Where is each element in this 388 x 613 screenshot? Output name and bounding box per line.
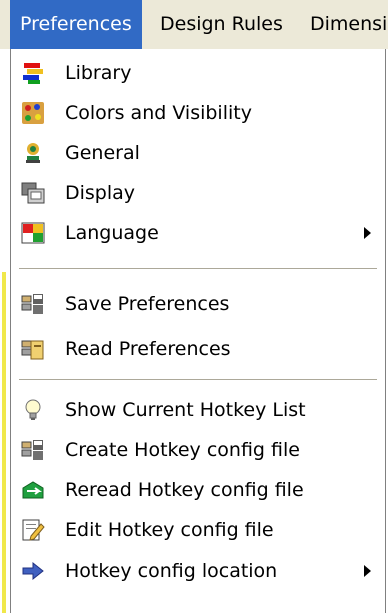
menu-item-label: Hotkey config location <box>65 560 278 582</box>
menu-item-save-preferences[interactable]: Save Preferences <box>11 284 385 324</box>
menu-item-label: General <box>65 142 140 164</box>
submenu-arrow-icon <box>364 227 371 239</box>
menu-item-label: Show Current Hotkey List <box>65 399 306 421</box>
menu-item-label: Colors and Visibility <box>65 102 252 124</box>
menu-item-create-hotkey-config-file[interactable]: Create Hotkey config file <box>11 430 385 470</box>
menu-item-label: Save Preferences <box>65 293 230 315</box>
arrow-right-icon <box>22 561 44 581</box>
menu-separator <box>19 379 377 380</box>
menu-separator <box>19 268 377 269</box>
reread-icon <box>22 481 44 499</box>
menu-item-hotkey-config-location[interactable]: Hotkey config location <box>11 551 385 591</box>
create-config-icon <box>21 440 43 460</box>
menu-item-colors-and-visibility[interactable]: Colors and Visibility <box>11 93 385 133</box>
menu-dimensions[interactable]: Dimensio <box>300 0 388 49</box>
accent-strip <box>2 272 6 613</box>
language-icon <box>21 222 45 244</box>
edit-icon <box>22 519 45 541</box>
menu-preferences[interactable]: Preferences <box>10 0 142 49</box>
lightbulb-icon <box>25 399 41 420</box>
display-icon <box>21 182 45 204</box>
menu-item-show-current-hotkey-list[interactable]: Show Current Hotkey List <box>11 390 385 430</box>
palette-icon <box>22 102 44 124</box>
menu-item-label: Read Preferences <box>65 338 231 360</box>
save-preferences-icon <box>21 294 43 314</box>
library-icon <box>23 63 43 84</box>
menu-item-label: Edit Hotkey config file <box>65 519 274 541</box>
menu-item-library[interactable]: Library <box>11 53 385 93</box>
menu-item-label: Library <box>65 62 132 84</box>
submenu-arrow-icon <box>364 565 371 577</box>
menu-bar: Preferences Design Rules Dimensio <box>0 0 388 49</box>
menu-item-general[interactable]: General <box>11 133 385 173</box>
general-icon <box>26 143 40 163</box>
menu-item-label: Display <box>65 182 136 204</box>
menu-item-label: Reread Hotkey config file <box>65 479 304 501</box>
menu-item-edit-hotkey-config-file[interactable]: Edit Hotkey config file <box>11 510 385 550</box>
menu-item-read-preferences[interactable]: Read Preferences <box>11 329 385 369</box>
menu-item-reread-hotkey-config-file[interactable]: Reread Hotkey config file <box>11 470 385 510</box>
menu-item-label: Create Hotkey config file <box>65 439 300 461</box>
menu-item-language[interactable]: Language <box>11 213 385 253</box>
preferences-dropdown-menu: Library Colors and Visibility General Di… <box>10 49 386 613</box>
read-preferences-icon <box>21 340 44 360</box>
menu-item-label: Language <box>65 222 159 244</box>
menu-item-display[interactable]: Display <box>11 173 385 213</box>
menu-design-rules[interactable]: Design Rules <box>150 0 293 49</box>
